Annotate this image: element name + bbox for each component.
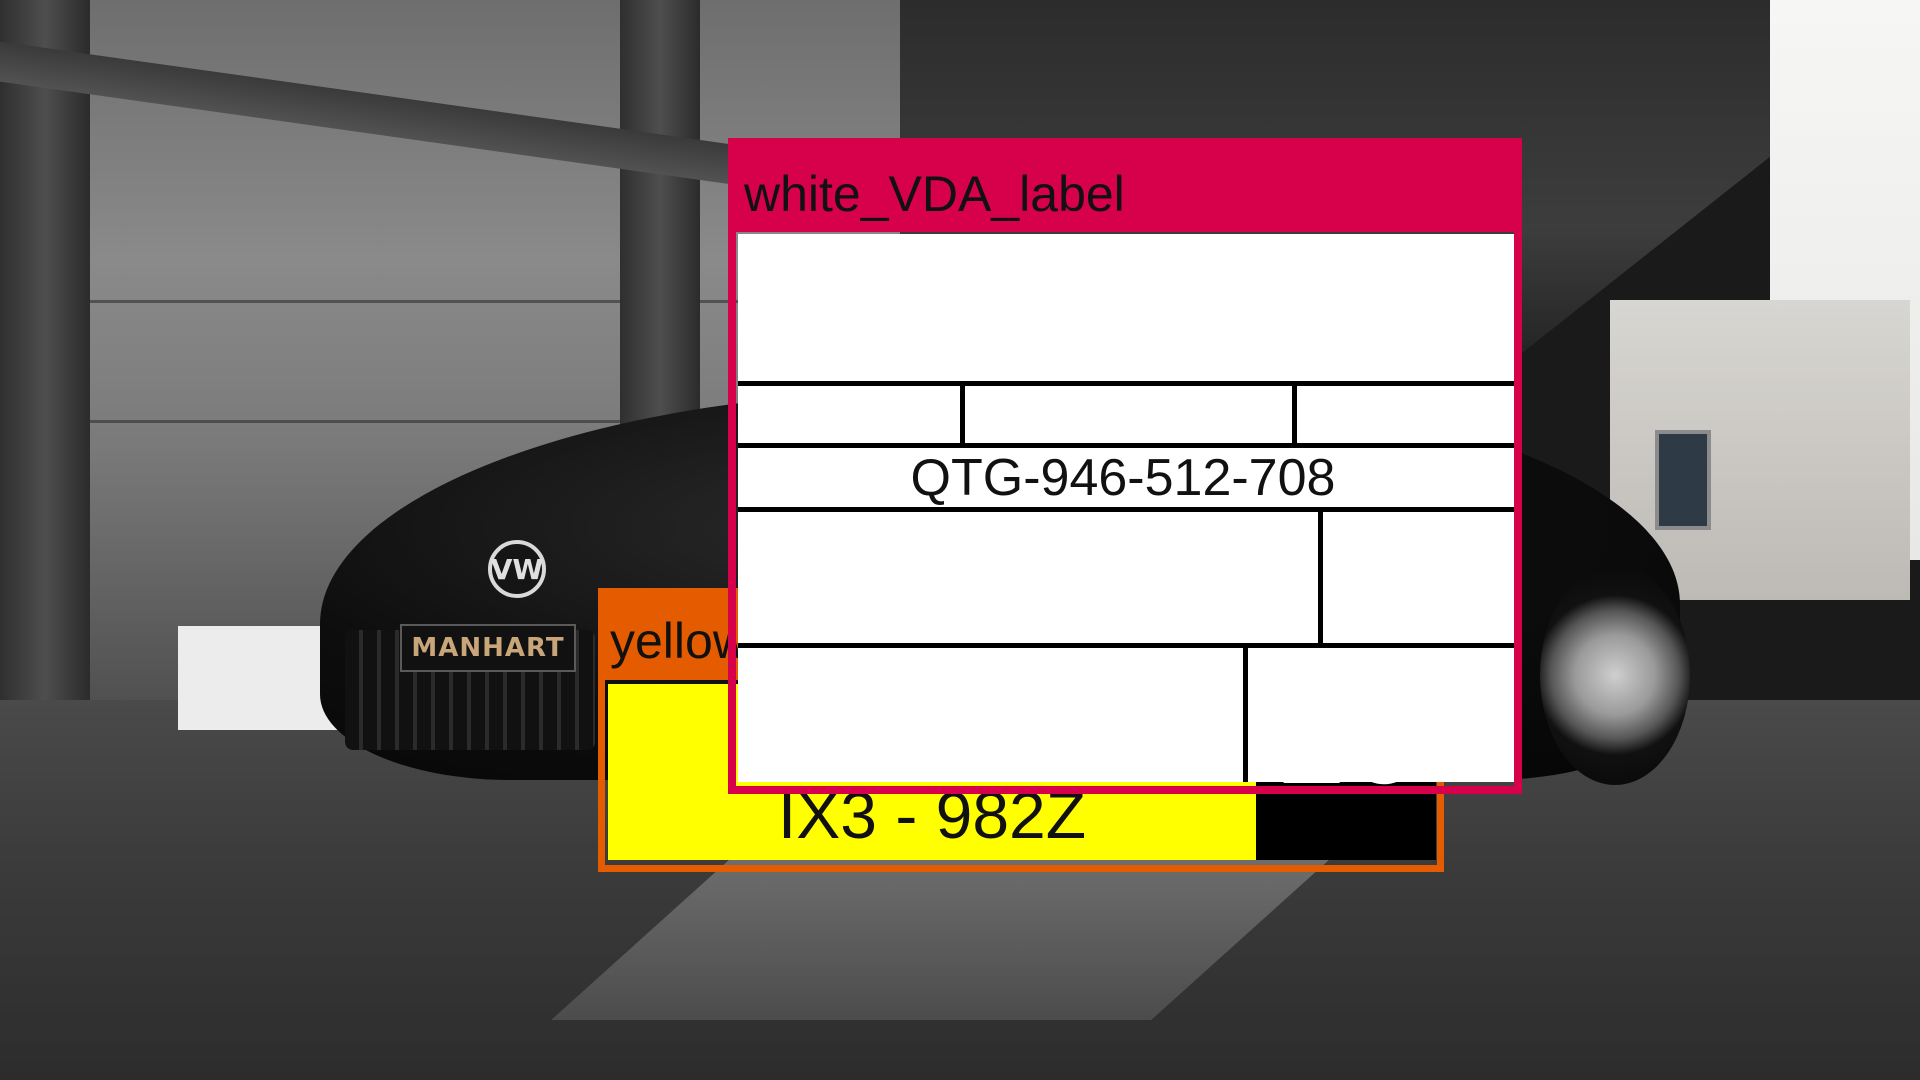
vda-box-tag: white_VDA_label [732,138,1520,232]
car-wheel [1540,565,1690,785]
white-panel [178,626,338,730]
vw-logo-icon: VW [488,540,546,598]
building-window [1655,430,1711,530]
concrete-pillar [0,0,90,740]
vda-bounding-box [728,138,1522,794]
vda-box-label: white_VDA_label [744,166,1125,222]
car-front-plate: MANHART [400,624,576,672]
